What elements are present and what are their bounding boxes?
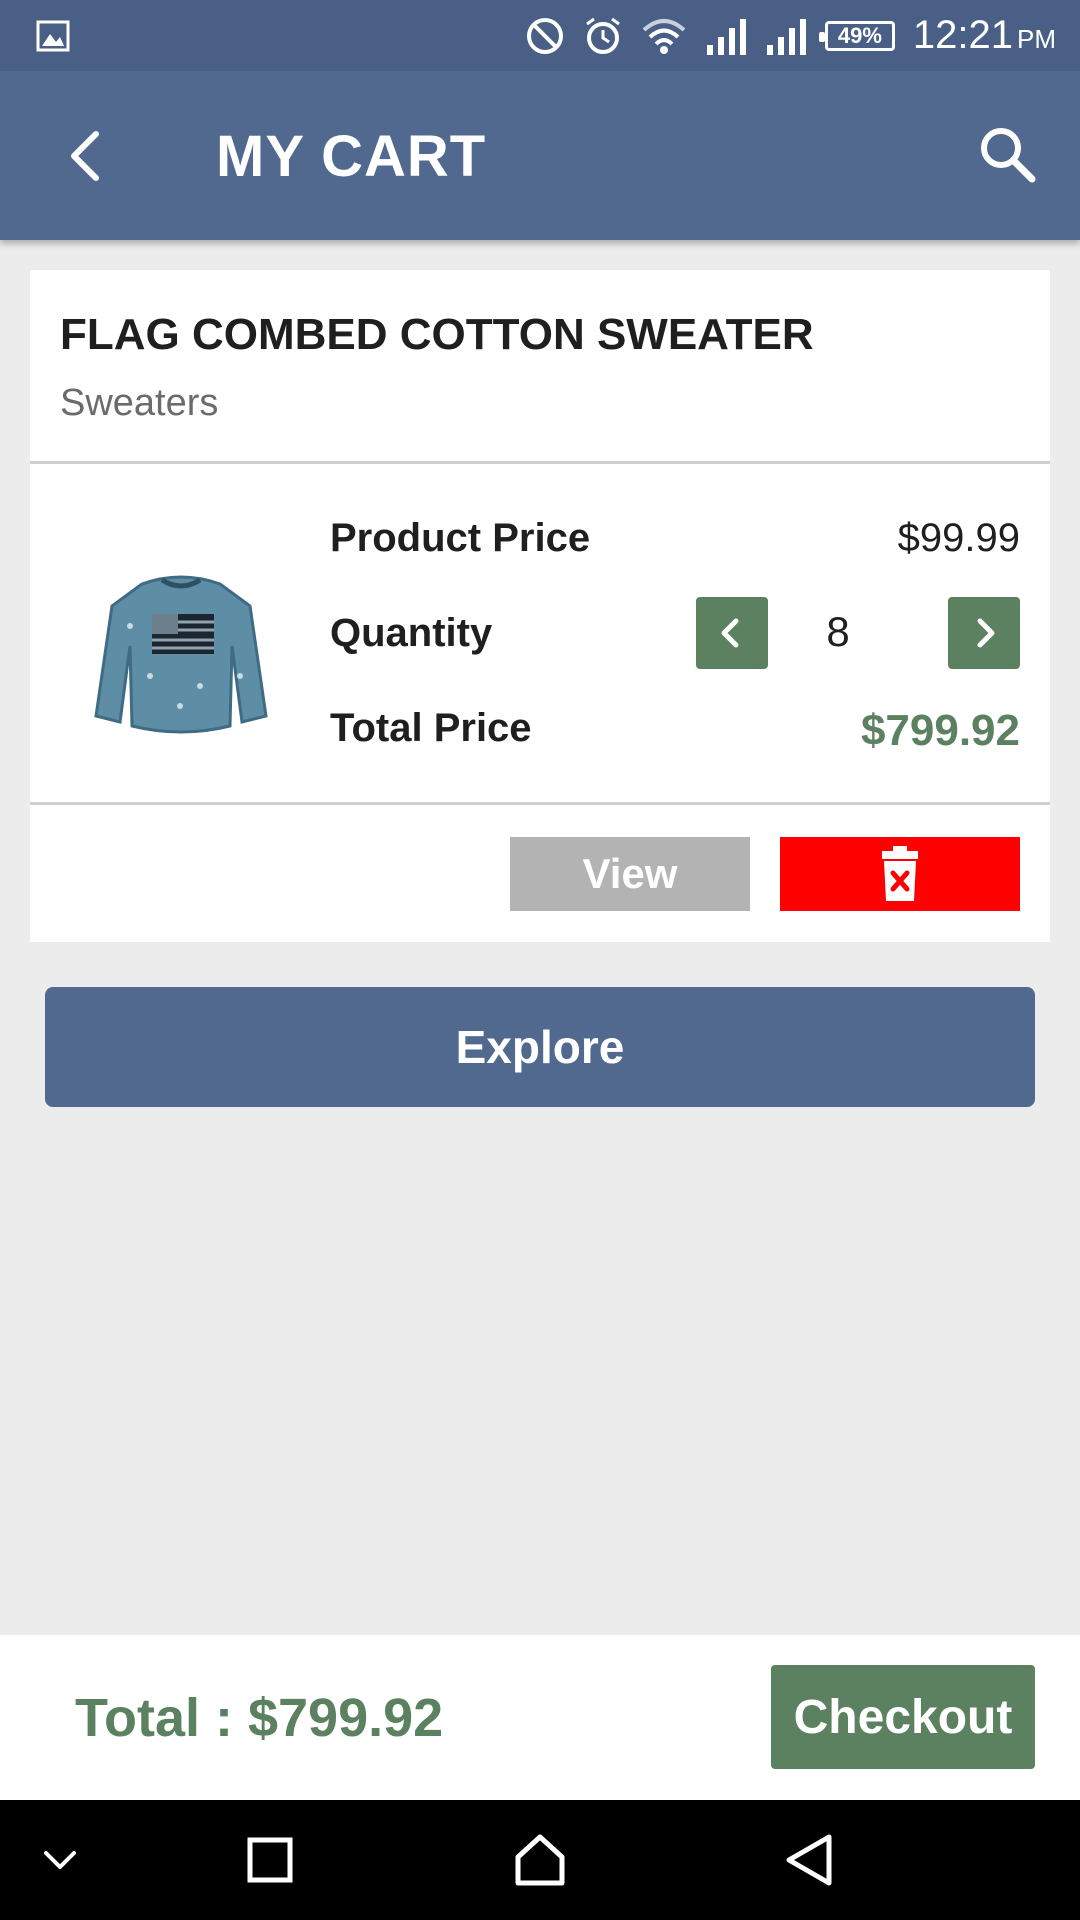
recent-apps-button[interactable] <box>230 1800 310 1920</box>
clock: 12:21 PM <box>913 13 1056 58</box>
home-icon <box>515 1834 565 1886</box>
signal-icon <box>766 18 806 55</box>
product-thumbnail[interactable] <box>90 566 272 736</box>
divider <box>30 461 1050 464</box>
do-not-disturb-icon <box>526 17 563 54</box>
back-button[interactable] <box>58 126 118 186</box>
explore-button[interactable]: Explore <box>45 987 1035 1107</box>
chevron-right-icon <box>977 618 995 648</box>
product-name: FLAG COMBED COTTON SWEATER <box>60 310 814 359</box>
trash-icon <box>882 846 918 901</box>
status-indicators: 49% 12:21 PM <box>525 0 1056 71</box>
triangle-back-icon <box>786 1834 832 1886</box>
view-button[interactable]: View <box>510 837 750 911</box>
chevron-left-icon <box>71 131 99 181</box>
checkout-button[interactable]: Checkout <box>771 1665 1035 1769</box>
recent-apps-icon <box>247 1837 293 1883</box>
alarm-icon <box>586 17 620 54</box>
product-price-value: $99.99 <box>897 516 1020 560</box>
total-price-value: $799.92 <box>860 706 1020 755</box>
wifi-icon <box>642 18 686 54</box>
app-bar: MY CART <box>0 71 1080 240</box>
cart-total-bar: Total : $799.92 Checkout <box>0 1635 1080 1800</box>
quantity-increase-button[interactable] <box>948 597 1020 669</box>
search-button[interactable] <box>976 123 1040 187</box>
system-back-button[interactable] <box>770 1800 850 1920</box>
delete-button[interactable] <box>780 837 1020 911</box>
hide-nav-button[interactable] <box>30 1800 90 1920</box>
quantity-value: 8 <box>826 608 850 655</box>
clock-ampm: PM <box>1017 24 1056 54</box>
search-icon <box>981 128 1036 183</box>
chevron-left-icon <box>721 618 739 648</box>
gallery-icon <box>36 20 70 52</box>
battery-icon: 49% <box>818 20 895 51</box>
quantity-label: Quantity <box>330 611 493 655</box>
total-price-label: Total Price <box>330 706 532 750</box>
product-category: Sweaters <box>60 382 219 424</box>
product-price-label: Product Price <box>330 516 591 560</box>
system-nav-bar <box>0 1800 1080 1920</box>
cart-total: Total : $799.92 <box>75 1688 444 1748</box>
battery-level: 49% <box>837 22 882 48</box>
quantity-decrease-button[interactable] <box>696 597 768 669</box>
home-button[interactable] <box>500 1800 580 1920</box>
divider <box>30 802 1050 805</box>
clock-time: 12:21 <box>912 13 1013 57</box>
page-title: MY CART <box>216 124 487 189</box>
cart-item-card: FLAG COMBED COTTON SWEATER Sweaters Prod… <box>30 270 1050 942</box>
status-bar: 49% 12:21 PM <box>0 0 1080 71</box>
chevron-down-icon <box>44 1851 76 1869</box>
signal-icon <box>706 18 746 55</box>
